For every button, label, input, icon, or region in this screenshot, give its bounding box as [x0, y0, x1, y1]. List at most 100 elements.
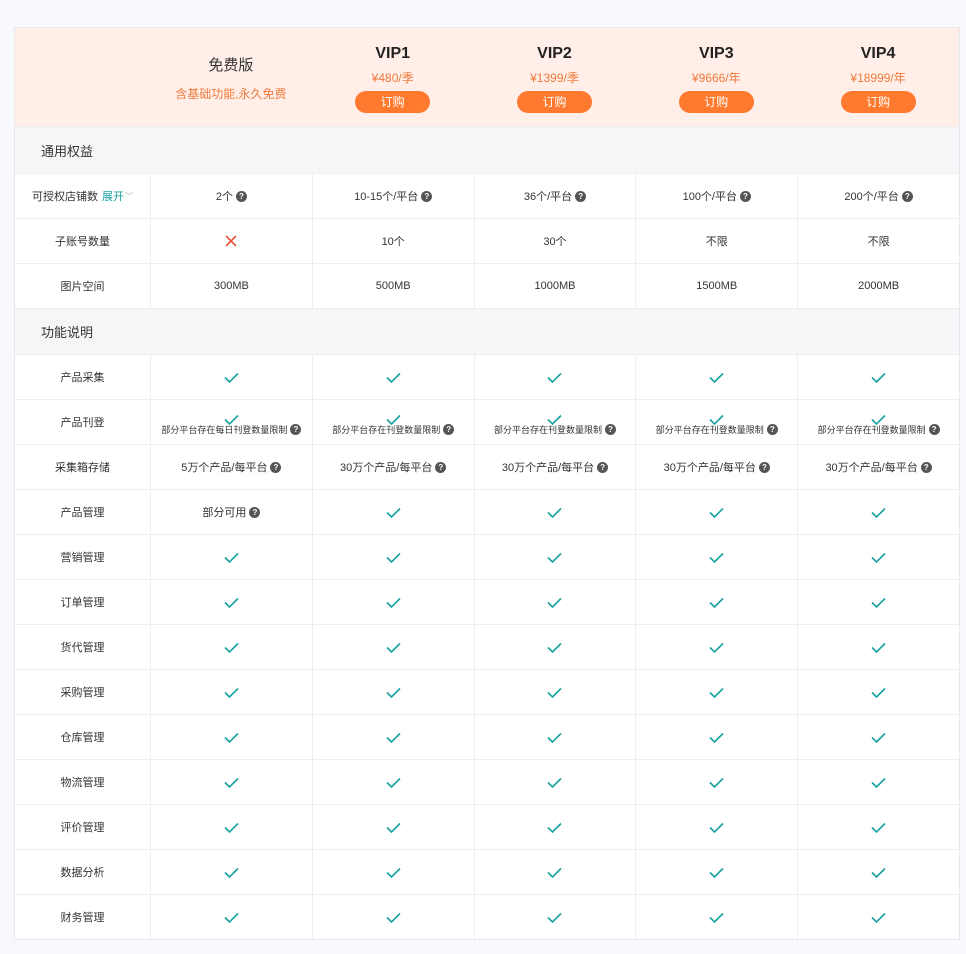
- value-cell: [635, 805, 797, 849]
- plan-price: ¥1399/季: [530, 70, 579, 85]
- help-icon[interactable]: ?: [435, 461, 447, 473]
- plan-name: 免费版: [208, 56, 254, 74]
- help-icon[interactable]: ?: [443, 424, 455, 435]
- buy-vip1-button[interactable]: 订购: [355, 90, 431, 113]
- value-cell: [473, 355, 636, 399]
- help-icon[interactable]: ?: [421, 190, 433, 202]
- buy-vip2-button[interactable]: 订购: [516, 90, 592, 113]
- value-text: 30万个产品/每平台: [340, 462, 433, 474]
- value-cell: [150, 850, 312, 894]
- table-row: 产品刊登 部分平台存在每日刊登数量限制? 部分平台存在刊登数量限制? 部分平台存在刊登…: [15, 399, 959, 444]
- value-cell: [797, 895, 959, 939]
- value-cell: [311, 715, 474, 759]
- value-cell: [635, 625, 797, 669]
- help-icon[interactable]: ?: [920, 461, 932, 473]
- check-icon: [709, 552, 724, 563]
- plan-vip3: VIP3 ¥9666/年 订购: [635, 28, 797, 127]
- note-label: 部分平台存在刊登数量限制: [332, 425, 441, 435]
- value-cell: [150, 355, 312, 399]
- value-cell: [150, 580, 312, 624]
- value-cell: 部分可用?: [150, 490, 312, 534]
- plans-header: 免费版 含基础功能,永久免费 VIP1 ¥480/季 订购 VIP2 ¥1399…: [15, 28, 959, 127]
- check-icon: [224, 732, 239, 743]
- check-icon: [224, 867, 239, 878]
- check-icon: [547, 372, 563, 383]
- note-text: 部分平台存在每日刊登数量限制?: [161, 423, 302, 436]
- plan-comparison-table: 免费版 含基础功能,永久免费 VIP1 ¥480/季 订购 VIP2 ¥1399…: [14, 27, 960, 940]
- value-text: 2个: [215, 191, 233, 203]
- note-label: 部分平台存在刊登数量限制: [817, 425, 926, 435]
- check-icon: [386, 867, 401, 878]
- value-cell: 500MB: [311, 264, 474, 308]
- help-icon[interactable]: ?: [928, 424, 940, 435]
- check-icon: [547, 687, 563, 698]
- help-icon[interactable]: ?: [901, 190, 913, 202]
- check-icon: [871, 552, 886, 563]
- help-icon[interactable]: ?: [766, 424, 778, 435]
- check-icon: [547, 822, 563, 833]
- value-cell: 30万个产品/每平台?: [311, 445, 474, 489]
- check-icon: [386, 777, 401, 788]
- check-icon: [709, 372, 724, 383]
- check-icon: [386, 552, 401, 563]
- row-label: 采集箱存储: [55, 462, 110, 474]
- help-icon[interactable]: ?: [290, 424, 302, 435]
- row-label-text: 可授权店铺数: [32, 191, 98, 203]
- check-icon: [709, 867, 724, 878]
- help-icon[interactable]: ?: [270, 461, 282, 473]
- section-general: 通用权益: [15, 127, 959, 173]
- value-cell: [473, 760, 636, 804]
- help-icon[interactable]: ?: [740, 190, 751, 202]
- value-cell: 30万个产品/每平台?: [473, 445, 636, 489]
- table-row: 采购管理: [15, 669, 959, 714]
- check-icon: [386, 372, 401, 383]
- value-cell: 5万个产品/每平台?: [150, 445, 312, 489]
- row-label: 数据分析: [60, 867, 105, 879]
- value-cell: [473, 670, 636, 714]
- value-cell: [473, 535, 636, 579]
- check-icon: [547, 867, 563, 878]
- check-icon: [224, 822, 239, 833]
- check-icon: [871, 507, 886, 518]
- check-icon: [224, 912, 239, 923]
- buy-vip3-button[interactable]: 订购: [678, 90, 754, 113]
- note-label: 部分平台存在刊登数量限制: [655, 425, 764, 435]
- chevron-down-icon[interactable]: ﹀: [125, 191, 133, 202]
- table-row: 采集箱存储 5万个产品/每平台? 30万个产品/每平台? 30万个产品/每平台? 30万…: [15, 444, 959, 489]
- help-icon[interactable]: ?: [235, 190, 247, 202]
- check-icon: [386, 507, 401, 518]
- value-cell: [473, 805, 636, 849]
- value-cell: [635, 580, 797, 624]
- row-label: 仓库管理: [60, 732, 105, 744]
- plan-vip2: VIP2 ¥1399/季 订购: [474, 28, 636, 127]
- value-cell: [635, 490, 797, 534]
- value-cell: 30万个产品/每平台?: [635, 445, 797, 489]
- help-icon[interactable]: ?: [605, 424, 616, 435]
- check-icon: [224, 687, 239, 698]
- value-cell: [797, 850, 959, 894]
- value-cell: [150, 670, 312, 714]
- check-icon: [871, 822, 886, 833]
- help-icon[interactable]: ?: [575, 190, 587, 202]
- help-icon[interactable]: ?: [249, 506, 261, 518]
- table-row: 财务管理: [15, 894, 959, 939]
- expand-link[interactable]: 展开: [102, 188, 124, 204]
- value-cell: [473, 490, 636, 534]
- value-cell: 部分平台存在刊登数量限制?: [635, 400, 797, 444]
- help-icon[interactable]: ?: [597, 461, 609, 473]
- value-cell: 30个: [473, 219, 636, 263]
- check-icon: [709, 507, 724, 518]
- buy-vip4-button[interactable]: 订购: [840, 90, 916, 113]
- check-icon: [871, 777, 886, 788]
- value-text: 30万个产品/每平台: [501, 462, 595, 474]
- value-cell: [635, 535, 797, 579]
- value-cell: [797, 580, 959, 624]
- help-icon[interactable]: ?: [758, 461, 770, 473]
- plan-name: VIP1: [375, 44, 411, 62]
- value-cell: [797, 490, 959, 534]
- table-row: 数据分析: [15, 849, 959, 894]
- plan-description: 含基础功能,永久免费: [175, 86, 287, 101]
- row-label: 财务管理: [60, 912, 105, 924]
- value-cell: 1000MB: [473, 264, 636, 308]
- plan-name: VIP3: [698, 44, 734, 62]
